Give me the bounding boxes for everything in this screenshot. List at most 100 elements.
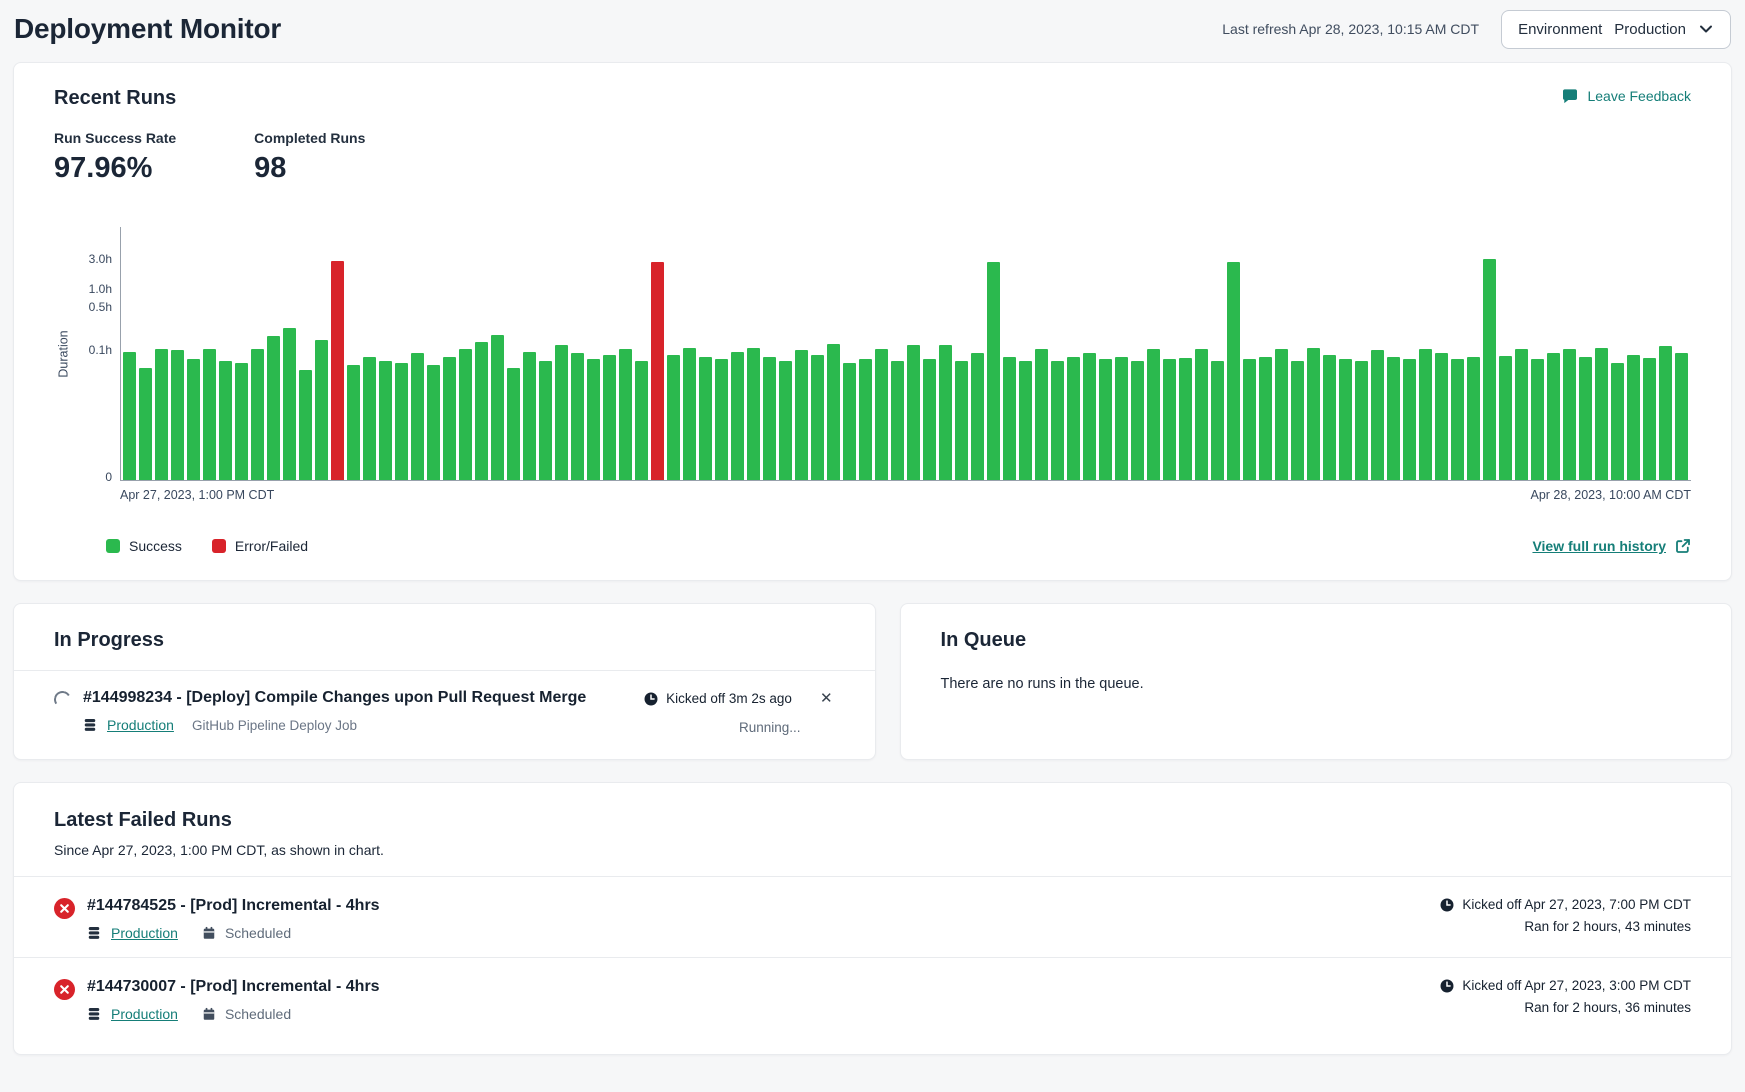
environment-value: Production: [1614, 21, 1686, 38]
chart-bar-success: [251, 349, 264, 480]
environment-link[interactable]: Production: [111, 1006, 178, 1022]
chart-bar-success: [139, 368, 152, 481]
chart-bar-success: [219, 361, 232, 481]
chart-bar-success: [1595, 348, 1608, 480]
chart-bar-success: [1227, 262, 1240, 480]
chart-legend: Success Error/Failed: [106, 538, 308, 554]
view-full-run-history-link[interactable]: View full run history: [1532, 538, 1691, 554]
chart-bar-success: [203, 349, 216, 480]
leave-feedback-link[interactable]: Leave Feedback: [1561, 87, 1691, 105]
ran-for-text: Ran for 2 hours, 36 minutes: [1524, 1000, 1691, 1015]
environment-link[interactable]: Production: [111, 925, 178, 941]
metrics-row: Run Success Rate 97.96% Completed Runs 9…: [54, 130, 1691, 185]
chart-bar-success: [619, 349, 632, 480]
chart-bar-success: [667, 355, 680, 480]
chart-bar-success: [315, 340, 328, 480]
legend-item-success: Success: [106, 538, 182, 554]
chart-bar-success: [955, 361, 968, 481]
chart-bar-success: [1323, 355, 1336, 480]
queue-empty-message: There are no runs in the queue.: [941, 676, 1691, 692]
kicked-off-text: Kicked off Apr 27, 2023, 7:00 PM CDT: [1462, 897, 1691, 912]
chart-bar-success: [555, 345, 568, 480]
chart-bar-success: [1531, 359, 1544, 480]
spinner-icon: [52, 689, 72, 709]
chart-bar-success: [795, 350, 808, 480]
recent-runs-card: Recent Runs Leave Feedback Run Success R…: [13, 62, 1732, 581]
in-queue-card: In Queue There are no runs in the queue.: [900, 603, 1732, 760]
failed-runs-title: Latest Failed Runs: [54, 809, 1691, 832]
chart-bar-success: [1403, 359, 1416, 481]
in-progress-run-title: #144998234 - [Deploy] Compile Changes up…: [83, 689, 644, 707]
chart-bar-success: [155, 349, 168, 480]
metric-completed-runs: Completed Runs 98: [254, 130, 365, 185]
metric-success-rate-label: Run Success Rate: [54, 130, 176, 146]
chart-bar-success: [267, 336, 280, 480]
running-status: Running...: [739, 720, 801, 735]
error-x-icon: [54, 979, 75, 1000]
database-icon: [83, 718, 97, 732]
clock-icon: [1440, 898, 1454, 912]
chart-bar-success: [1339, 359, 1352, 481]
chart-bar-success: [1099, 359, 1112, 481]
chart-bar-success: [299, 370, 312, 480]
y-tick-label: 0.1h: [89, 343, 112, 357]
chart-bar-success: [1067, 357, 1080, 480]
clock-icon: [644, 692, 658, 706]
chart-bar-success: [443, 357, 456, 480]
chart-bar-success: [1179, 358, 1192, 480]
chart-bar-success: [923, 359, 936, 481]
legend-label-success: Success: [129, 538, 182, 554]
chart-bar-success: [971, 353, 984, 480]
chart-bar-success: [459, 349, 472, 480]
run-duration-chart: Duration 3.0h1.0h0.5h0.1h0: [54, 227, 1691, 481]
chart-bar-success: [1243, 359, 1256, 481]
chart-x-start-label: Apr 27, 2023, 1:00 PM CDT: [120, 488, 274, 502]
chart-bar-success: [715, 359, 728, 481]
page-title: Deployment Monitor: [14, 13, 281, 45]
chart-bar-success: [1659, 346, 1672, 480]
chart-bar-success: [1035, 349, 1048, 480]
chart-bar-success: [747, 348, 760, 480]
chart-bar-success: [811, 355, 824, 480]
chart-bar-success: [875, 349, 888, 480]
chart-bar-success: [939, 345, 952, 480]
failed-run-title: #144730007 - [Prod] Incremental - 4hrs: [87, 978, 1440, 996]
chart-bar-success: [379, 361, 392, 481]
job-name: GitHub Pipeline Deploy Job: [192, 718, 357, 733]
environment-link[interactable]: Production: [107, 717, 174, 733]
chart-x-labels: Apr 27, 2023, 1:00 PM CDT Apr 28, 2023, …: [120, 488, 1691, 502]
metric-completed-runs-value: 98: [254, 152, 365, 185]
chart-bar-success: [539, 361, 552, 481]
chart-bar-success: [1147, 349, 1160, 480]
database-icon: [87, 1007, 101, 1021]
ran-for-text: Ran for 2 hours, 43 minutes: [1524, 919, 1691, 934]
chart-bar-success: [395, 363, 408, 480]
recent-runs-title: Recent Runs: [54, 87, 176, 110]
chart-bar-success: [235, 363, 248, 480]
chart-bar-success: [699, 357, 712, 480]
chart-bar-success: [1211, 361, 1224, 481]
close-icon[interactable]: ✕: [818, 689, 835, 708]
metric-completed-runs-label: Completed Runs: [254, 130, 365, 146]
chart-bar-success: [1259, 357, 1272, 480]
chart-bar-success: [1387, 357, 1400, 480]
y-tick-label: 3.0h: [89, 252, 112, 266]
chart-plot: [120, 227, 1691, 481]
database-icon: [87, 926, 101, 940]
kicked-off-text: Kicked off 3m 2s ago: [666, 691, 792, 706]
chart-bar-success: [1115, 357, 1128, 480]
environment-selector[interactable]: Environment Production: [1501, 10, 1731, 49]
in-queue-title: In Queue: [941, 629, 1691, 652]
chart-y-ticks: 3.0h1.0h0.5h0.1h0: [74, 227, 120, 481]
chart-bar-success: [123, 352, 136, 480]
failed-run-title: #144784525 - [Prod] Incremental - 4hrs: [87, 897, 1440, 915]
y-tick-label: 1.0h: [89, 282, 112, 296]
page-header: Deployment Monitor Last refresh Apr 28, …: [0, 0, 1745, 62]
chart-bar-success: [1675, 353, 1688, 480]
leave-feedback-label: Leave Feedback: [1587, 88, 1691, 104]
failed-run-row: #144784525 - [Prod] Incremental - 4hrs P…: [54, 877, 1691, 957]
chart-bar-success: [683, 348, 696, 480]
in-progress-run-row: #144998234 - [Deploy] Compile Changes up…: [54, 689, 835, 735]
chart-bar-success: [1275, 349, 1288, 480]
failed-run-row: #144730007 - [Prod] Incremental - 4hrs P…: [54, 958, 1691, 1038]
